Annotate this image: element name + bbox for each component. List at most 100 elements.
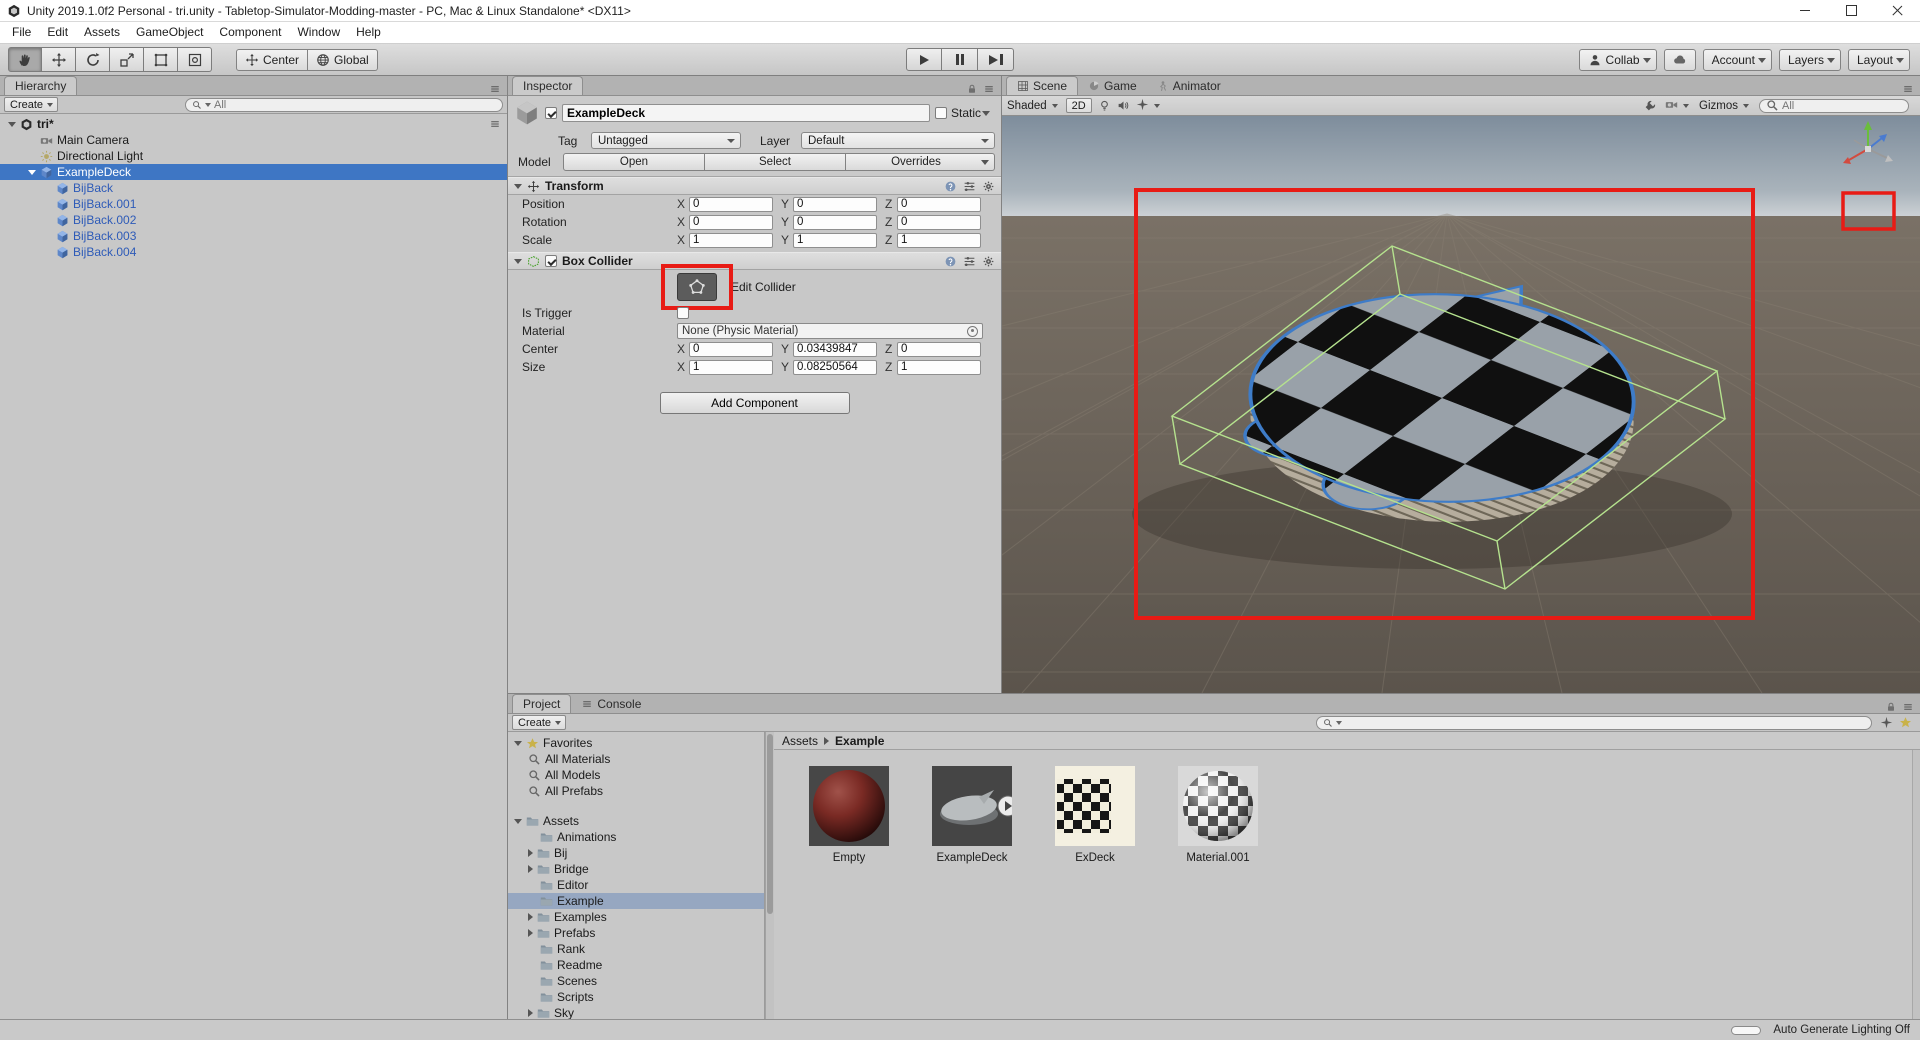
scene-audio-icon[interactable] [1117,99,1130,112]
search-filter-arrow-icon[interactable] [205,102,211,107]
tab-project[interactable]: Project [512,694,572,713]
asset-empty[interactable]: Empty [801,766,897,1020]
help-icon[interactable] [944,255,957,268]
foldout-open-icon[interactable] [28,169,36,175]
foldout-open-icon[interactable] [514,258,522,264]
project-search-input[interactable] [1345,716,1865,729]
close-button[interactable] [1874,0,1920,22]
gameobject-name-field[interactable] [562,104,930,122]
layers-dropdown[interactable]: Layers [1778,48,1841,71]
foldout-open-icon[interactable] [514,818,522,824]
foldout-closed-icon[interactable] [528,865,533,873]
pivot-toggle-button[interactable]: Center [236,48,309,71]
asset-material-001[interactable]: Material.001 [1170,766,1266,1020]
physic-material-field[interactable]: None (Physic Material) [677,323,983,339]
active-checkbox[interactable] [545,107,557,119]
folder-scripts[interactable]: Scripts [508,989,764,1005]
folder-examples[interactable]: Examples [508,909,764,925]
foldout-closed-icon[interactable] [528,929,533,937]
hierarchy-item-exampledeck[interactable]: ExampleDeck [0,164,507,180]
search-filter-arrow-icon[interactable] [1336,720,1342,725]
presets-icon[interactable] [963,255,976,268]
project-tree-scrollbar[interactable] [765,732,774,1020]
hierarchy-item-bijback[interactable]: BijBack [0,180,507,196]
project-folder-tree[interactable]: Favorites All Materials All Models All P… [508,732,765,1020]
camera-settings-dropdown[interactable] [1665,98,1691,114]
layout-dropdown[interactable]: Layout [1847,48,1910,71]
search-by-type-icon[interactable] [1880,716,1893,729]
transform-component-header[interactable]: Transform [508,177,1001,195]
favorites-row[interactable]: Favorites [508,735,764,751]
assets-root-row[interactable]: Assets [508,813,764,829]
scene-options-icon[interactable] [489,118,501,130]
position-x-field[interactable] [689,196,773,212]
favorites-all-models[interactable]: All Models [508,767,764,783]
position-y-field[interactable] [793,196,877,212]
foldout-closed-icon[interactable] [528,913,533,921]
model-select-button[interactable]: Select [705,153,846,171]
hierarchy-item-bijback-001[interactable]: BijBack.001 [0,196,507,212]
space-toggle-button[interactable]: Global [308,48,378,71]
center-z-field[interactable] [897,341,981,357]
move-tool-button[interactable] [42,47,76,72]
folder-readme[interactable]: Readme [508,957,764,973]
foldout-open-icon[interactable] [8,121,16,127]
tab-inspector[interactable]: Inspector [512,76,584,95]
box-collider-component-header[interactable]: Box Collider [508,252,1001,270]
position-z-field[interactable] [897,196,981,212]
hand-tool-button[interactable] [8,47,42,72]
maximize-button[interactable] [1828,0,1874,22]
folder-scenes[interactable]: Scenes [508,973,764,989]
scale-tool-button[interactable] [110,47,144,72]
layer-dropdown[interactable]: Default [801,132,995,149]
scale-y-field[interactable] [793,232,877,248]
rotation-y-field[interactable] [793,214,877,230]
tab-scene[interactable]: Scene [1006,76,1079,95]
2d-toggle-button[interactable]: 2D [1065,98,1092,113]
presets-icon[interactable] [963,180,976,193]
thumbnail-size-slider[interactable] [1731,1025,1762,1035]
tab-console[interactable]: Console [571,694,651,713]
asset-grid[interactable]: Empty ExampleDeck ExDeck Material.001 [774,750,1920,1020]
gear-icon[interactable] [982,180,995,193]
play-button[interactable] [906,48,942,71]
menu-assets[interactable]: Assets [76,22,128,43]
collab-dropdown[interactable]: Collab [1578,48,1657,71]
pause-button[interactable] [942,48,978,71]
favorites-all-materials[interactable]: All Materials [508,751,764,767]
tab-animator[interactable]: Animator [1147,76,1231,95]
hierarchy-search[interactable] [185,97,503,112]
foldout-open-icon[interactable] [514,183,522,189]
is-trigger-checkbox[interactable] [677,307,689,319]
size-z-field[interactable] [897,359,981,375]
panel-menu-icon[interactable] [1902,83,1914,95]
tab-game[interactable]: Game [1078,76,1147,95]
folder-sky[interactable]: Sky [508,1005,764,1020]
folder-bridge[interactable]: Bridge [508,861,764,877]
gizmos-dropdown[interactable]: Gizmos [1699,100,1751,112]
edit-collider-button[interactable] [677,273,717,301]
account-dropdown[interactable]: Account [1702,48,1772,71]
menu-file[interactable]: File [4,22,39,43]
hierarchy-item-bijback-003[interactable]: BijBack.003 [0,228,507,244]
scale-x-field[interactable] [689,232,773,248]
auto-generate-lighting-status[interactable]: Auto Generate Lighting Off [1773,1024,1910,1036]
transform-tool-button[interactable] [178,47,212,72]
folder-prefabs[interactable]: Prefabs [508,925,764,941]
menu-edit[interactable]: Edit [39,22,76,43]
breadcrumb-example[interactable]: Example [835,734,884,748]
rotation-x-field[interactable] [689,214,773,230]
favorites-all-prefabs[interactable]: All Prefabs [508,783,764,799]
foldout-closed-icon[interactable] [528,1009,533,1017]
size-x-field[interactable] [689,359,773,375]
minimize-button[interactable] [1782,0,1828,22]
hierarchy-item-bijback-002[interactable]: BijBack.002 [0,212,507,228]
tab-hierarchy[interactable]: Hierarchy [4,76,78,95]
center-x-field[interactable] [689,341,773,357]
menu-component[interactable]: Component [211,22,289,43]
asset-exdeck[interactable]: ExDeck [1047,766,1143,1020]
asset-exampledeck[interactable]: ExampleDeck [924,766,1020,1020]
hierarchy-item-directional-light[interactable]: Directional Light [0,148,507,164]
folder-bij[interactable]: Bij [508,845,764,861]
menu-gameobject[interactable]: GameObject [128,22,211,43]
